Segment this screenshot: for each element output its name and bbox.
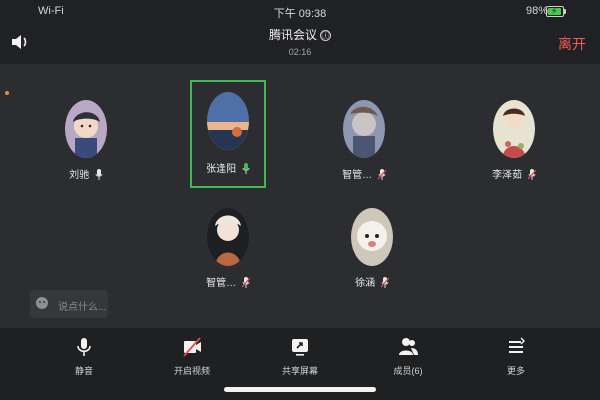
participant-tile[interactable]: 智管… xyxy=(190,196,266,300)
share-screen-icon xyxy=(292,339,308,356)
info-icon[interactable]: ⓘ xyxy=(320,30,331,41)
more-menu-icon xyxy=(509,337,525,353)
participant-tile-active-speaker[interactable]: 张逢阳 xyxy=(190,80,266,188)
participant-name: 刘驰 xyxy=(48,166,124,181)
microphone-icon xyxy=(77,338,91,356)
avatar xyxy=(65,100,107,158)
start-video-label: 开启视频 xyxy=(173,366,210,376)
mic-speaking-icon xyxy=(242,163,250,174)
battery-percent: 98% xyxy=(525,5,548,17)
mute-button[interactable]: 静音 xyxy=(44,336,124,377)
share-screen-label: 共享屏幕 xyxy=(281,366,318,376)
participant-tile[interactable]: 徐涵 xyxy=(334,196,410,300)
participant-tile[interactable]: 刘驰 xyxy=(48,88,124,192)
avatar xyxy=(207,92,249,150)
video-off-icon xyxy=(183,337,201,357)
mic-muted-icon xyxy=(241,277,250,288)
participant-grid: 刘驰 张逢阳 智管… 李泽茹 智管… 徐涵 说点什么... xyxy=(0,64,600,328)
participant-name: 李泽茹 xyxy=(476,166,552,181)
home-indicator[interactable] xyxy=(224,387,376,392)
avatar xyxy=(493,100,535,158)
chat-placeholder: 说点什么... xyxy=(58,302,107,313)
participant-name: 徐涵 xyxy=(334,274,410,289)
status-time: 下午 09:38 xyxy=(273,8,327,20)
mic-muted-icon xyxy=(377,169,386,180)
emoji-icon[interactable] xyxy=(36,297,48,309)
chat-input[interactable]: 说点什么... xyxy=(30,290,108,318)
status-bar: Wi-Fi 下午 09:38 98% ⚡ xyxy=(0,0,600,22)
members-button[interactable]: 成员(6) xyxy=(368,336,448,377)
meeting-title-text: 腾讯会议 xyxy=(268,28,317,42)
participant-tile[interactable]: 智管… xyxy=(326,88,402,192)
more-label: 更多 xyxy=(506,366,525,376)
participant-name: 智管… xyxy=(326,166,402,181)
notification-dot xyxy=(5,91,9,95)
avatar xyxy=(351,208,393,266)
start-video-button[interactable]: 开启视频 xyxy=(152,336,232,377)
mic-icon xyxy=(95,169,103,180)
leave-button[interactable]: 离开 xyxy=(558,34,586,54)
more-button[interactable]: 更多 xyxy=(476,336,556,377)
members-icon xyxy=(399,338,418,355)
meeting-title[interactable]: 腾讯会议 ⓘ xyxy=(0,26,600,43)
mic-muted-icon xyxy=(527,169,536,180)
participant-tile[interactable]: 李泽茹 xyxy=(476,88,552,192)
participant-name: 张逢阳 xyxy=(192,160,264,175)
share-screen-button[interactable]: 共享屏幕 xyxy=(260,336,340,377)
avatar xyxy=(207,208,249,266)
avatar xyxy=(343,100,385,158)
mute-label: 静音 xyxy=(74,366,93,376)
battery-icon: ⚡ xyxy=(546,6,566,17)
mic-muted-icon xyxy=(380,277,389,288)
meeting-header: 腾讯会议 ⓘ 02:16 离开 xyxy=(0,22,600,64)
members-label: 成员(6) xyxy=(393,366,423,376)
meeting-duration: 02:16 xyxy=(288,47,312,57)
participant-name: 智管… xyxy=(190,274,266,289)
